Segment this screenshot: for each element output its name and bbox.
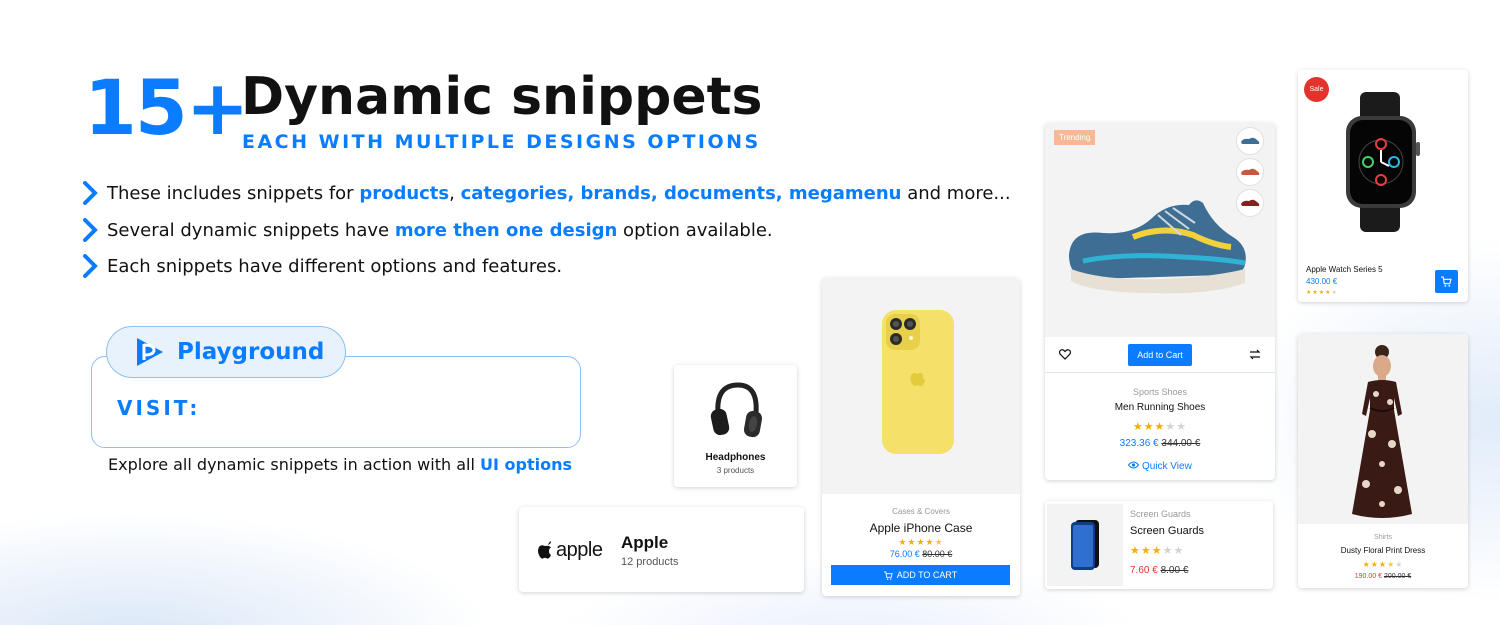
price-current: 76.00 € bbox=[889, 549, 920, 559]
variant-thumb[interactable] bbox=[1236, 127, 1264, 155]
product-rating: ★★★★★ bbox=[1306, 290, 1338, 296]
product-price: 323.36 € 344.00 € bbox=[1045, 438, 1275, 449]
product-actions: Add to Cart bbox=[1045, 337, 1275, 373]
cart-icon bbox=[883, 570, 893, 580]
explore-prefix: Explore all dynamic snippets in action w… bbox=[108, 455, 480, 474]
apple-logo-text: apple bbox=[556, 539, 603, 561]
brand-card-apple[interactable]: apple Apple 12 products bbox=[519, 507, 804, 592]
add-to-cart-label: ADD TO CART bbox=[896, 570, 958, 580]
price-current: 7.60 € bbox=[1130, 565, 1158, 576]
quick-view-link[interactable]: Quick View bbox=[1045, 461, 1275, 472]
price-old: 8.00 € bbox=[1160, 565, 1189, 576]
product-card-iphone-case[interactable]: Cases & Covers Apple iPhone Case ★★★★★ 7… bbox=[822, 278, 1020, 596]
product-category: Sports Shoes bbox=[1132, 387, 1188, 397]
playground-label: Playground bbox=[177, 339, 325, 365]
chevron-right-icon bbox=[83, 254, 98, 278]
variant-thumb[interactable] bbox=[1236, 158, 1264, 186]
explore-highlight: UI options bbox=[479, 455, 572, 474]
feature-count: 15+ bbox=[84, 63, 249, 152]
apple-icon bbox=[538, 541, 551, 559]
category-count: 3 products bbox=[716, 466, 755, 475]
playground-badge[interactable]: Playground bbox=[106, 326, 346, 378]
bullet-item: Each snippets have different options and… bbox=[82, 254, 562, 278]
headphones-image bbox=[710, 382, 763, 438]
brand-count: 12 products bbox=[621, 556, 679, 568]
product-card-watch[interactable]: Sale Apple Watch Series 5 430.00 € ★★★★★ bbox=[1298, 70, 1468, 302]
add-to-cart-button[interactable]: ADD TO CART bbox=[831, 565, 1010, 585]
chevron-right-icon bbox=[83, 181, 98, 205]
product-price: 7.60 € 8.00 € bbox=[1130, 565, 1188, 576]
product-card-dress[interactable]: Shirts Dusty Floral Print Dress ★★★★★ 19… bbox=[1298, 334, 1468, 588]
chevron-right-icon bbox=[83, 218, 98, 242]
shoe-thumb-icon bbox=[1241, 137, 1260, 144]
price-old: 80.00 € bbox=[922, 549, 953, 559]
explore-text: Explore all dynamic snippets in action w… bbox=[108, 455, 572, 474]
price-current: 190.00 € bbox=[1354, 573, 1383, 580]
product-card-screen-guard[interactable]: Screen Guards Screen Guards ★★★★★ 7.60 €… bbox=[1045, 501, 1273, 589]
screen-guard-image bbox=[1071, 520, 1099, 570]
smart-watch-image bbox=[1346, 92, 1420, 232]
trending-badge: Trending bbox=[1054, 130, 1096, 145]
wishlist-heart-icon[interactable] bbox=[1059, 349, 1071, 360]
product-name[interactable]: Screen Guards bbox=[1130, 525, 1204, 537]
product-rating: ★★★★★ bbox=[1362, 560, 1404, 569]
add-to-cart-button[interactable] bbox=[1435, 270, 1458, 293]
product-card-shoes[interactable]: Trending Add to Cart Sports Shoes Men Ru… bbox=[1045, 123, 1275, 480]
product-name[interactable]: Men Running Shoes bbox=[1045, 402, 1275, 413]
price-current: 430.00 € bbox=[1306, 277, 1338, 286]
visit-label[interactable]: VISIT: bbox=[117, 396, 200, 420]
product-price: 76.00 € 80.00 € bbox=[822, 549, 1020, 559]
category-card-headphones[interactable]: Headphones 3 products bbox=[674, 365, 797, 487]
bullet-text: Several dynamic snippets have bbox=[107, 219, 395, 241]
floral-dress-image bbox=[1352, 345, 1412, 518]
shoe-thumb-icon bbox=[1241, 168, 1260, 175]
product-price: 190.00 € 200.00 € bbox=[1298, 573, 1468, 580]
compare-icon[interactable] bbox=[1249, 349, 1261, 360]
sale-badge: Sale bbox=[1304, 77, 1329, 102]
product-rating: ★★★★★ bbox=[1130, 545, 1185, 557]
price-old: 200.00 € bbox=[1383, 573, 1412, 580]
running-shoe-image bbox=[1069, 200, 1246, 294]
product-image bbox=[1047, 504, 1123, 586]
category-name: Headphones bbox=[705, 452, 766, 463]
color-variants bbox=[1236, 127, 1266, 217]
bullet-text: and more... bbox=[901, 182, 1011, 204]
add-to-cart-button[interactable]: Add to Cart bbox=[1128, 343, 1192, 366]
bullet-item: These includes snippets for products, ca… bbox=[82, 181, 1011, 205]
product-rating: ★★★★★ bbox=[898, 537, 944, 547]
product-category: Screen Guards bbox=[1130, 509, 1191, 519]
product-name[interactable]: Apple Watch Series 5 bbox=[1306, 265, 1383, 274]
bullet-text: Each snippets have different options and… bbox=[107, 255, 563, 277]
iphone-case-image bbox=[882, 310, 954, 454]
product-category: Cases & Covers bbox=[892, 507, 950, 516]
bullet-highlight: products bbox=[359, 182, 450, 204]
product-name[interactable]: Dusty Floral Print Dress bbox=[1298, 546, 1468, 555]
price-current: 323.36 € bbox=[1119, 438, 1159, 449]
product-rating: ★★★★★ bbox=[1132, 421, 1188, 433]
bullet-item: Several dynamic snippets have more then … bbox=[82, 218, 773, 242]
brand-name: Apple bbox=[621, 533, 669, 552]
bullet-text: option available. bbox=[617, 219, 773, 241]
product-image bbox=[822, 278, 1020, 494]
price-old: 344.00 € bbox=[1161, 438, 1201, 449]
product-image bbox=[1298, 334, 1468, 524]
variant-thumb[interactable] bbox=[1236, 189, 1264, 217]
eye-icon bbox=[1128, 461, 1140, 469]
bullet-highlight: categories, brands, documents, megamenu bbox=[460, 182, 902, 204]
bullet-text: , bbox=[449, 182, 461, 204]
page-title: Dynamic snippets bbox=[241, 67, 763, 127]
playground-logo-icon bbox=[137, 338, 163, 366]
page-subtitle: EACH WITH MULTIPLE DESIGNS OPTIONS bbox=[242, 131, 761, 153]
product-category: Shirts bbox=[1374, 534, 1392, 541]
cart-icon bbox=[1441, 276, 1452, 287]
bullet-highlight: more then one design bbox=[394, 219, 618, 241]
bullet-text: These includes snippets for bbox=[107, 182, 360, 204]
quick-view-label: Quick View bbox=[1141, 461, 1192, 472]
apple-logo: apple bbox=[537, 539, 603, 562]
product-name[interactable]: Apple iPhone Case bbox=[822, 521, 1020, 535]
shoe-thumb-icon bbox=[1241, 199, 1260, 206]
